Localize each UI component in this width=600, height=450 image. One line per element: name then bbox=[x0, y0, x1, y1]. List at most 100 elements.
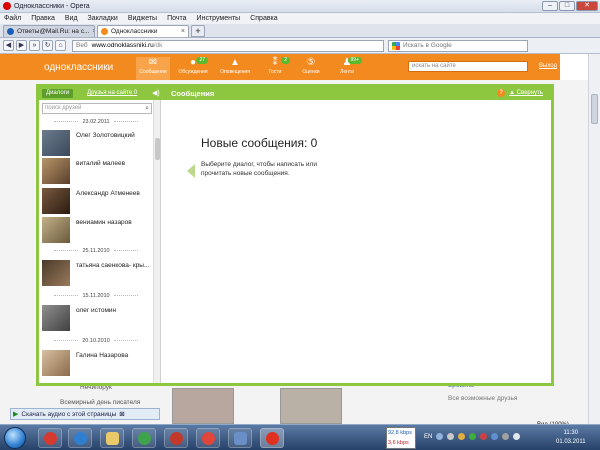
tray-icon[interactable] bbox=[469, 433, 476, 440]
address-field[interactable]: Веб www.odnoklassniki.ru /dk bbox=[72, 39, 384, 52]
new-messages-heading: Новые сообщения: 0 bbox=[201, 136, 318, 150]
bg-photo[interactable] bbox=[172, 388, 234, 424]
menu-tools[interactable]: Инструменты bbox=[197, 15, 241, 22]
menu-edit[interactable]: Правка bbox=[31, 15, 55, 22]
nav-label: Обсуждения bbox=[178, 69, 208, 75]
tab-close-icon[interactable]: × bbox=[92, 28, 94, 35]
fast-forward-icon[interactable]: » bbox=[29, 40, 40, 51]
contact-item[interactable]: Александр Атменеев bbox=[42, 188, 152, 214]
contact-item[interactable]: Галина Назарова bbox=[42, 350, 152, 376]
contact-item[interactable]: виталий малеев bbox=[42, 158, 152, 184]
contacts-scrollbar[interactable] bbox=[153, 100, 160, 383]
start-button[interactable] bbox=[4, 427, 26, 449]
menu-help[interactable]: Справка bbox=[250, 15, 277, 22]
tray-icon[interactable] bbox=[502, 433, 509, 440]
nav-ratings[interactable]: ⑤ Оценки bbox=[294, 57, 328, 75]
page-scrollbar[interactable] bbox=[588, 54, 600, 424]
google-search-field[interactable]: Искать в Google bbox=[388, 39, 528, 52]
nav-label: Лента bbox=[340, 69, 354, 75]
forward-icon[interactable]: ▶ bbox=[16, 40, 27, 51]
taskbar-opera-active[interactable] bbox=[260, 428, 284, 448]
clock-date: 01.03.2011 bbox=[556, 439, 586, 445]
avatar bbox=[42, 305, 70, 331]
window-title: Одноклассники - Opera bbox=[14, 2, 90, 10]
back-icon[interactable]: ◀ bbox=[3, 40, 14, 51]
taskbar-block[interactable] bbox=[196, 428, 220, 448]
avatar bbox=[42, 130, 70, 156]
language-indicator[interactable]: EN bbox=[424, 434, 432, 440]
tab-mail-answers[interactable]: Ответы@Mail.Ru: на с... × bbox=[3, 25, 95, 37]
system-tray bbox=[436, 433, 520, 440]
taskbar-podcast[interactable] bbox=[164, 428, 188, 448]
avatar bbox=[42, 158, 70, 184]
download-audio-bar[interactable]: ▶ Скачать аудио с этой страницы ⊠ bbox=[10, 408, 160, 420]
messages-dialog: Диалоги Друзья на сайте 0 ◀) Сообщения ?… bbox=[36, 84, 554, 386]
help-icon[interactable]: ? bbox=[497, 89, 505, 97]
new-tab-button[interactable]: + bbox=[191, 25, 205, 37]
site-logo[interactable]: одноклассники bbox=[44, 62, 113, 73]
volume-icon[interactable] bbox=[513, 433, 520, 440]
tray-icon[interactable] bbox=[447, 433, 454, 440]
menu-mail[interactable]: Почта bbox=[167, 15, 186, 22]
nav-messages[interactable]: ✉ Сообщения bbox=[136, 57, 170, 80]
exit-link[interactable]: Выход bbox=[539, 63, 557, 69]
site-search-input[interactable]: искать на сайте bbox=[408, 61, 528, 72]
minimize-button[interactable]: – bbox=[542, 1, 558, 11]
tray-icon[interactable] bbox=[480, 433, 487, 440]
contact-name: Олег Золотовицкий bbox=[76, 132, 135, 139]
contact-item[interactable]: Олег Золотовицкий bbox=[42, 130, 152, 156]
contact-item[interactable]: олег истомин bbox=[42, 305, 152, 331]
menu-widgets[interactable]: Виджеты bbox=[128, 15, 157, 22]
search-icon[interactable]: ⌕ bbox=[145, 104, 149, 113]
home-icon[interactable]: ⌂ bbox=[55, 40, 66, 51]
url-host: www.odnoklassniki.ru bbox=[91, 42, 154, 49]
close-button[interactable]: ✕ bbox=[576, 1, 598, 11]
menu-bar: Файл Правка Вид Закладки Виджеты Почта И… bbox=[0, 13, 600, 24]
friend-search-input[interactable]: поиск друзей ⌕ bbox=[42, 103, 152, 114]
menu-view[interactable]: Вид bbox=[65, 15, 78, 22]
tab-odnoklassniki[interactable]: Одноклассники × bbox=[97, 25, 189, 37]
nav-feed[interactable]: ♟ Лента 99+ bbox=[330, 57, 364, 75]
tab-label: Одноклассники bbox=[111, 28, 158, 35]
taskbar-shield[interactable] bbox=[228, 428, 252, 448]
tab-friends-online[interactable]: Друзья на сайте 0 bbox=[87, 90, 137, 96]
chrome-icon bbox=[138, 432, 151, 445]
site-header: одноклассники ✉ Сообщения ● Обсуждения 2… bbox=[0, 54, 560, 80]
scrollbar-thumb[interactable] bbox=[591, 94, 598, 124]
clock[interactable]: 11:30 01.03.2011 bbox=[556, 429, 586, 447]
taskbar-opera-pinned[interactable] bbox=[38, 428, 62, 448]
tray-icon[interactable] bbox=[458, 433, 465, 440]
menu-bookmarks[interactable]: Закладки bbox=[88, 15, 118, 22]
menu-file[interactable]: Файл bbox=[4, 15, 21, 22]
bg-text[interactable]: Всемирный день писателя bbox=[60, 399, 160, 406]
contact-name: олег истомин bbox=[76, 307, 117, 314]
contacts-panel: поиск друзей ⌕ 23.02.2011 Олег Золотовиц… bbox=[39, 100, 161, 383]
tray-icon[interactable] bbox=[491, 433, 498, 440]
contact-name: виталий малеев bbox=[76, 160, 126, 167]
taskbar-chrome[interactable] bbox=[132, 428, 156, 448]
ok-favicon-icon bbox=[101, 28, 108, 35]
taskbar-sync[interactable] bbox=[68, 428, 92, 448]
bg-photo[interactable] bbox=[280, 388, 342, 424]
opera-icon bbox=[3, 2, 11, 10]
maximize-button[interactable]: □ bbox=[559, 1, 575, 11]
speaker-icon[interactable]: ◀) bbox=[152, 89, 160, 97]
nav-notifications[interactable]: ▲ Оповещения bbox=[218, 57, 252, 75]
bg-friends-label[interactable]: Все возможные друзья bbox=[448, 395, 568, 402]
taskbar-explorer[interactable] bbox=[100, 428, 124, 448]
window-controls: – □ ✕ bbox=[542, 1, 598, 11]
reload-icon[interactable]: ↻ bbox=[42, 40, 53, 51]
nav-guests[interactable]: ⁑ Гости 2 bbox=[258, 57, 292, 75]
close-icon[interactable]: ⊠ bbox=[119, 410, 124, 418]
contact-item[interactable]: татьяна саенкова- кры... bbox=[42, 260, 152, 286]
contact-name: Александр Атменеев bbox=[76, 190, 140, 197]
contacts-scrollbar-thumb[interactable] bbox=[155, 138, 160, 160]
collapse-link[interactable]: ▲ Свернуть bbox=[509, 90, 543, 96]
tab-dialogs[interactable]: Диалоги bbox=[42, 89, 74, 98]
pointer-arrow-icon bbox=[187, 164, 195, 178]
tab-label: Ответы@Mail.Ru: на с... bbox=[17, 28, 90, 35]
nav-discussions[interactable]: ● Обсуждения 27 bbox=[176, 57, 210, 75]
tray-icon[interactable] bbox=[436, 433, 443, 440]
contact-item[interactable]: вениамин назаров bbox=[42, 217, 152, 243]
tab-close-icon[interactable]: × bbox=[181, 28, 185, 35]
